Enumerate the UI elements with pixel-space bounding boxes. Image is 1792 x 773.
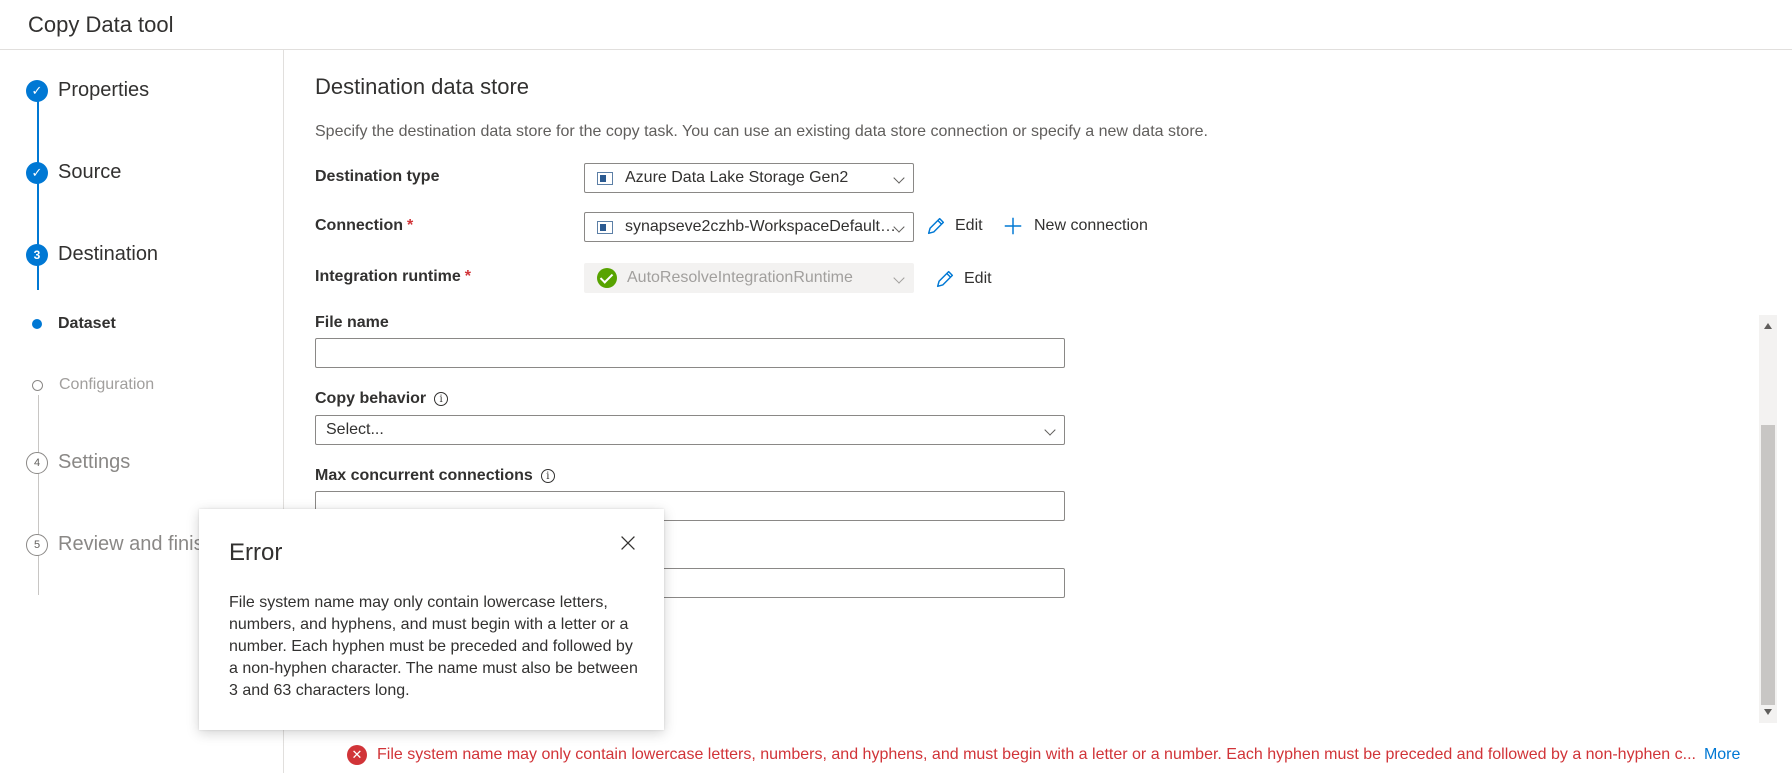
step-source[interactable]: ✓ Source [26, 161, 121, 184]
integration-runtime-label: Integration runtime * [315, 268, 472, 285]
window-title: Copy Data tool [28, 12, 174, 37]
step-number-badge: 3 [26, 243, 48, 266]
error-icon: ✕ [347, 745, 367, 765]
pencil-icon [936, 270, 954, 288]
validation-error-bar: ✕ File system name may only contain lowe… [347, 745, 1740, 765]
callout-body: File system name may only contain lowerc… [229, 594, 638, 699]
step-number-badge: 5 [26, 533, 48, 556]
error-message: File system name may only contain lowerc… [377, 746, 1696, 763]
callout-title: Error [229, 539, 283, 566]
edit-connection-button[interactable]: Edit [925, 215, 983, 237]
step-number-badge: 4 [26, 451, 48, 474]
step-properties[interactable]: ✓ Properties [26, 79, 149, 102]
info-icon[interactable]: i [540, 469, 555, 483]
storage-icon [597, 171, 613, 185]
remaining-line [37, 395, 39, 595]
step-destination[interactable]: 3 Destination [26, 243, 158, 266]
copy-behavior-select[interactable]: Select... [315, 415, 1065, 445]
substep-dataset[interactable]: Dataset [32, 315, 116, 333]
file-name-label: File name [315, 314, 389, 331]
success-check-icon [597, 268, 617, 288]
substep-label: Configuration [59, 376, 155, 393]
pending-dot-icon [32, 379, 43, 391]
step-label: Settings [58, 451, 131, 473]
scroll-up-arrow-icon[interactable] [1764, 323, 1772, 329]
destination-type-select[interactable]: Azure Data Lake Storage Gen2 [584, 163, 914, 193]
checkmark-icon: ✓ [26, 161, 48, 184]
step-label: Destination [58, 243, 159, 265]
info-icon[interactable]: i [434, 392, 449, 406]
new-connection-button[interactable]: New connection [1002, 215, 1148, 237]
step-review[interactable]: 5 Review and finish [26, 533, 215, 556]
step-label: Source [58, 161, 122, 183]
copy-behavior-label: Copy behavior i [315, 390, 449, 408]
vertical-scrollbar[interactable] [1759, 315, 1777, 723]
page-title: Destination data store [315, 74, 530, 99]
page-description: Specify the destination data store for t… [315, 123, 1208, 140]
substep-label: Dataset [58, 315, 116, 332]
close-icon[interactable] [617, 532, 639, 554]
pencil-icon [927, 217, 945, 235]
checkmark-icon: ✓ [26, 79, 48, 102]
integration-runtime-select: AutoResolveIntegrationRuntime [584, 263, 914, 293]
scroll-thumb[interactable] [1761, 425, 1775, 705]
current-dot-icon [32, 319, 42, 329]
step-label: Review and finish [58, 533, 215, 555]
chevron-down-icon [893, 272, 905, 284]
title-bar: Copy Data tool [0, 0, 1792, 50]
scroll-down-arrow-icon[interactable] [1764, 709, 1772, 715]
chevron-down-icon [893, 172, 905, 184]
substep-configuration[interactable]: Configuration [32, 376, 154, 394]
destination-type-label: Destination type [315, 168, 440, 185]
connection-label: Connection * [315, 217, 414, 234]
step-label: Properties [58, 79, 150, 101]
chevron-down-icon [1044, 424, 1056, 436]
max-connections-label: Max concurrent connections i [315, 467, 555, 485]
edit-runtime-button[interactable]: Edit [934, 268, 992, 290]
plus-icon [1004, 217, 1022, 235]
error-callout: Error File system name may only contain … [199, 509, 664, 730]
more-link[interactable]: More [1704, 746, 1740, 764]
storage-icon [597, 220, 613, 234]
step-settings[interactable]: 4 Settings [26, 451, 130, 474]
connection-select[interactable]: synapseve2czhb-WorkspaceDefaultStorage [584, 212, 914, 242]
file-name-input[interactable] [315, 338, 1065, 368]
